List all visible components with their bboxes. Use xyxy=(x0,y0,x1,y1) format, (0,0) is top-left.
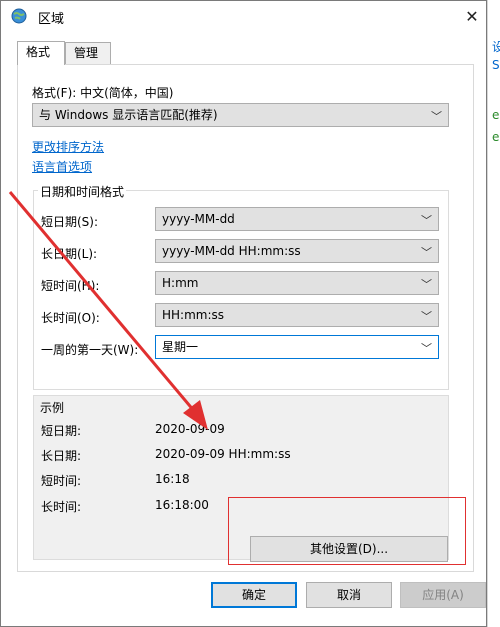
window-title: 区域 xyxy=(38,12,65,27)
close-icon: ✕ xyxy=(465,6,479,26)
first-day-label: 一周的第一天(W): xyxy=(41,343,139,357)
language-preferences-link[interactable]: 语言首选项 xyxy=(32,158,92,175)
ok-button[interactable]: 确定 xyxy=(211,582,297,608)
short-date-value: yyyy-MM-dd xyxy=(162,212,235,226)
first-day-select[interactable]: 星期一 ﹀ xyxy=(155,335,439,359)
long-date-value: yyyy-MM-dd HH:mm:ss xyxy=(162,244,301,258)
format-select[interactable]: 与 Windows 显示语言匹配(推荐) ﹀ xyxy=(32,103,449,127)
short-time-value: H:mm xyxy=(162,276,199,290)
example-long-time-label: 长时间: xyxy=(41,500,82,514)
short-time-select[interactable]: H:mm ﹀ xyxy=(155,271,439,295)
chevron-down-icon: ﹀ xyxy=(421,342,432,355)
chevron-down-icon: ﹀ xyxy=(421,310,432,323)
format-select-value: 与 Windows 显示语言匹配(推荐) xyxy=(39,108,218,122)
example-long-date-label: 长日期: xyxy=(41,449,82,463)
example-short-time-value: 16:18 xyxy=(155,472,190,486)
examples-group-title: 示例 xyxy=(38,399,67,416)
globe-clock-icon xyxy=(11,8,27,24)
example-short-time-label: 短时间: xyxy=(41,474,82,488)
apply-button[interactable]: 应用(A) xyxy=(400,582,486,608)
long-time-select[interactable]: HH:mm:ss ﹀ xyxy=(155,303,439,327)
first-day-value: 星期一 xyxy=(162,340,199,354)
example-short-date-value: 2020-09-09 xyxy=(155,422,225,436)
background-window: 设 S e e xyxy=(487,0,500,627)
annotation-highlight-box xyxy=(228,497,466,565)
chevron-down-icon: ﹀ xyxy=(431,110,442,123)
close-button[interactable]: ✕ xyxy=(461,5,483,27)
background-text: e xyxy=(492,130,500,144)
chevron-down-icon: ﹀ xyxy=(421,246,432,259)
example-short-date-label: 短日期: xyxy=(41,424,82,438)
short-time-label: 短时间(H): xyxy=(41,279,100,293)
background-text: e xyxy=(492,108,500,122)
background-text: S xyxy=(492,58,500,72)
datetime-group-title: 日期和时间格式 xyxy=(38,183,127,200)
cancel-button[interactable]: 取消 xyxy=(306,582,392,608)
example-long-time-value: 16:18:00 xyxy=(155,498,209,512)
long-date-select[interactable]: yyyy-MM-dd HH:mm:ss ﹀ xyxy=(155,239,439,263)
change-sort-link[interactable]: 更改排序方法 xyxy=(32,138,104,155)
long-date-label: 长日期(L): xyxy=(41,247,98,261)
long-time-label: 长时间(O): xyxy=(41,311,100,325)
example-long-date-value: 2020-09-09 HH:mm:ss xyxy=(155,447,291,461)
background-text: 设 xyxy=(492,40,500,54)
tab-format[interactable]: 格式 xyxy=(17,41,65,65)
chevron-down-icon: ﹀ xyxy=(421,214,432,227)
title-bar[interactable]: 区域 ✕ xyxy=(1,1,486,31)
short-date-select[interactable]: yyyy-MM-dd ﹀ xyxy=(155,207,439,231)
chevron-down-icon: ﹀ xyxy=(421,278,432,291)
long-time-value: HH:mm:ss xyxy=(162,308,225,322)
format-label: 格式(F): 中文(简体，中国) xyxy=(32,86,174,100)
tab-manage[interactable]: 管理 xyxy=(65,42,111,64)
short-date-label: 短日期(S): xyxy=(41,215,99,229)
